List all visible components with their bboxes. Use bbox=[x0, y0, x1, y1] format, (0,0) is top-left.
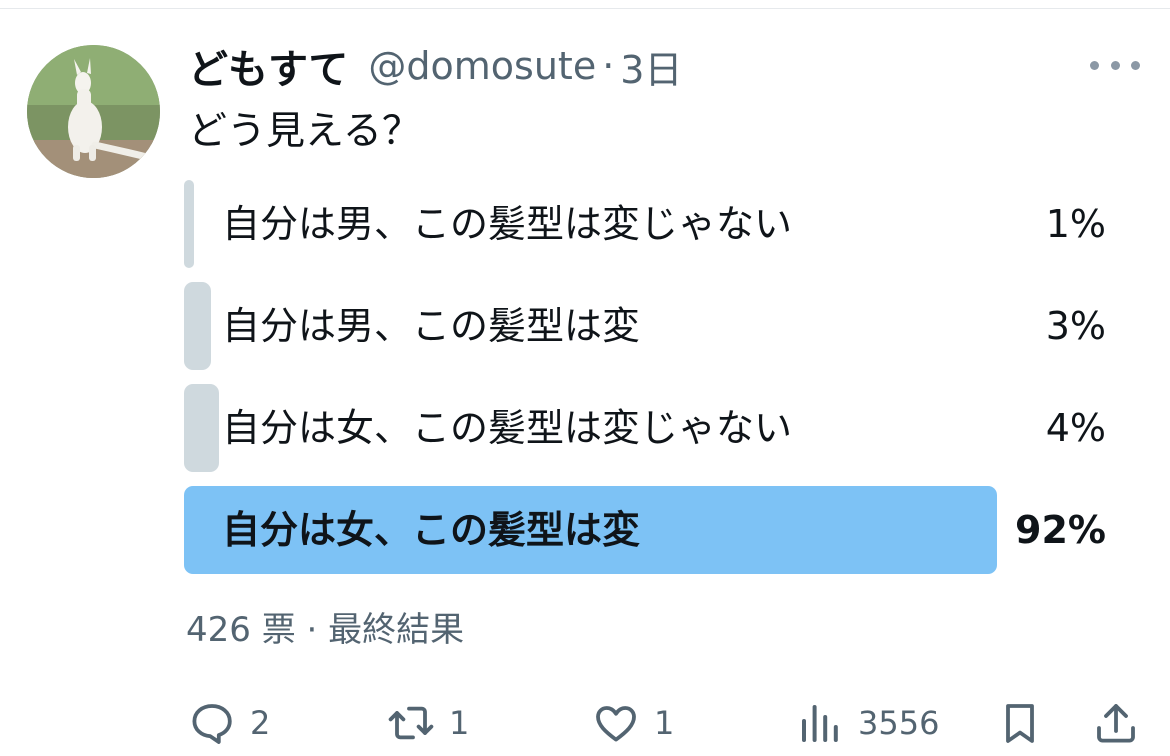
speech-bubble-icon bbox=[192, 704, 232, 744]
like-button[interactable]: 1 bbox=[592, 690, 674, 756]
bookmark-icon bbox=[1006, 704, 1034, 743]
view-count: 3556 bbox=[858, 704, 940, 742]
top-divider bbox=[0, 8, 1170, 9]
reply-button[interactable]: 2 bbox=[188, 690, 270, 756]
more-options-button[interactable] bbox=[1090, 50, 1140, 80]
poll-result-bar bbox=[184, 282, 211, 370]
tweet-text: どう見える？ bbox=[188, 109, 421, 154]
reply-count: 2 bbox=[250, 704, 271, 742]
poll-result-bar bbox=[184, 180, 194, 268]
poll-option-label: 自分は女、この髪型は変じゃない bbox=[222, 406, 793, 450]
heart-icon bbox=[596, 706, 636, 742]
retweet-button[interactable]: 1 bbox=[387, 690, 469, 756]
poll-option-label: 自分は男、この髪型は変 bbox=[222, 304, 641, 348]
poll-option-label: 自分は男、この髪型は変じゃない bbox=[222, 202, 793, 246]
retweet-count: 1 bbox=[449, 704, 470, 742]
author-handle[interactable]: @domosute bbox=[368, 44, 596, 88]
poll-option-percent: 92% bbox=[1015, 508, 1106, 552]
poll-option-label: 自分は女、この髪型は変 bbox=[222, 508, 641, 552]
more-horizontal-icon bbox=[1090, 60, 1099, 70]
avatar[interactable] bbox=[27, 45, 160, 178]
poll-option[interactable]: 自分は女、この髪型は変じゃない 4% bbox=[184, 384, 1106, 472]
poll-result-bar bbox=[184, 384, 219, 472]
poll-option[interactable]: 自分は男、この髪型は変じゃない 1% bbox=[184, 180, 1106, 268]
poll-option-percent: 3% bbox=[1045, 304, 1106, 348]
poll-option-percent: 4% bbox=[1045, 406, 1106, 450]
more-horizontal-icon bbox=[1131, 60, 1140, 70]
bar-chart-icon bbox=[802, 705, 838, 742]
tweet-actions-bar: 2 1 1 3556 bbox=[0, 690, 1170, 756]
tweet-header: どもすて @domosute · 3日 bbox=[188, 37, 682, 95]
bookmark-button[interactable] bbox=[996, 690, 1044, 756]
like-count: 1 bbox=[654, 704, 675, 742]
header-separator: · bbox=[602, 44, 615, 88]
tweet-timestamp[interactable]: 3日 bbox=[620, 39, 682, 94]
retweet-arrows-icon bbox=[388, 706, 434, 740]
more-horizontal-icon bbox=[1110, 60, 1120, 70]
poll-vote-summary: 426 票 · 最終結果 bbox=[186, 610, 465, 650]
poll-option[interactable]: 自分は男、この髪型は変 3% bbox=[184, 282, 1106, 370]
white-wallaby-avatar-image bbox=[27, 45, 160, 178]
poll-option-winner[interactable]: 自分は女、この髪型は変 92% bbox=[184, 486, 1106, 574]
share-button[interactable] bbox=[1092, 690, 1140, 756]
poll-option-percent: 1% bbox=[1045, 202, 1106, 246]
views-button[interactable]: 3556 bbox=[796, 690, 939, 756]
author-display-name[interactable]: どもすて bbox=[188, 37, 348, 95]
share-upload-icon bbox=[1097, 704, 1135, 743]
